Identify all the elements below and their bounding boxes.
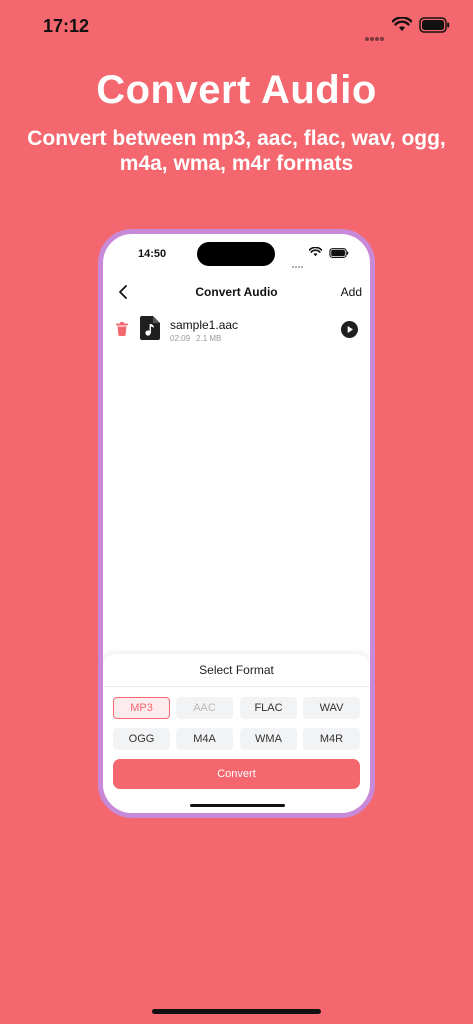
format-option-wav[interactable]: WAV (303, 697, 360, 719)
format-sheet: Select Format MP3 AAC FLAC WAV OGG M4A W… (103, 654, 370, 813)
list-item[interactable]: sample1.aac 02:09 2.1 MB (103, 316, 370, 346)
file-meta: 02:09 2.1 MB (170, 334, 227, 343)
sheet-divider (103, 686, 370, 687)
convert-button[interactable]: Convert (113, 759, 360, 789)
dynamic-island (197, 242, 275, 266)
status-time: 17:12 (43, 16, 90, 36)
status-bar: 17:12 (0, 0, 473, 50)
format-option-mp3[interactable]: MP3 (113, 697, 170, 719)
page-subheadline: Convert between mp3, aac, flac, wav, ogg… (27, 127, 446, 175)
format-option-ogg[interactable]: OGG (113, 728, 170, 750)
inner-home-indicator (190, 804, 285, 807)
file-name: sample1.aac (170, 318, 239, 332)
wifi-icon (392, 17, 412, 31)
trash-icon[interactable] (116, 322, 128, 336)
format-option-wma[interactable]: WMA (240, 728, 297, 750)
inner-battery-icon (329, 248, 349, 258)
play-icon[interactable] (341, 321, 358, 338)
format-option-flac[interactable]: FLAC (240, 697, 297, 719)
audio-file-icon (140, 316, 160, 340)
format-option-m4r[interactable]: M4R (303, 728, 360, 750)
add-button[interactable]: Add (341, 285, 362, 299)
phone-mockup: 14:50 Convert Audio Add sample1.aac 02:0… (98, 229, 375, 818)
inner-signal-dots-icon (292, 255, 304, 273)
nav-bar: Convert Audio Add (103, 278, 370, 306)
format-option-m4a[interactable]: M4A (176, 728, 233, 750)
page-headline: Convert Audio (96, 68, 377, 112)
inner-wifi-icon (309, 247, 322, 257)
battery-icon (419, 17, 450, 33)
nav-title: Convert Audio (195, 285, 278, 299)
sheet-title: Select Format (199, 663, 274, 677)
format-option-aac[interactable]: AAC (176, 697, 233, 719)
home-indicator[interactable] (152, 1009, 321, 1014)
inner-status-time: 14:50 (138, 248, 167, 260)
file-size: 2.1 MB (196, 334, 222, 343)
file-duration: 02:09 (170, 334, 191, 343)
signal-dots-icon (365, 28, 385, 41)
